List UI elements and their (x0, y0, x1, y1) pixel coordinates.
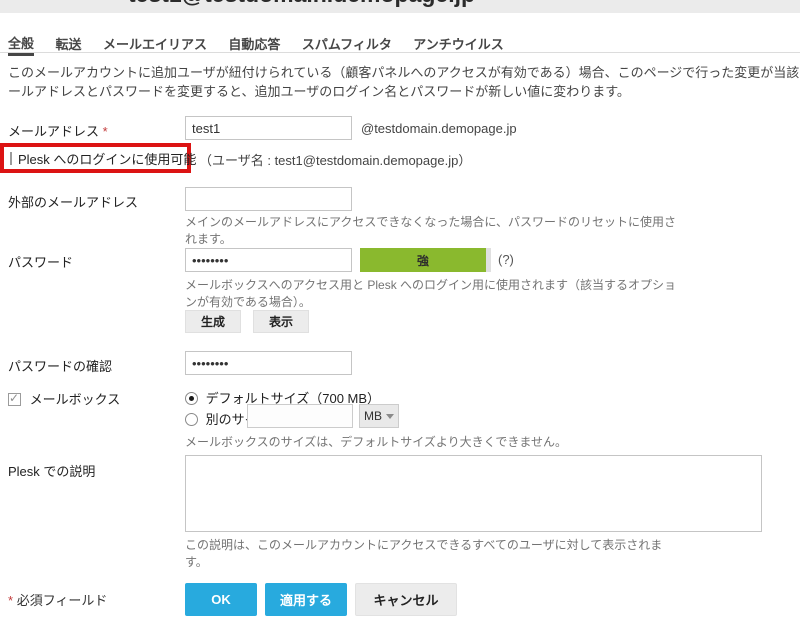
password-strength-meter: 強 (360, 248, 491, 272)
tab-antivirus[interactable]: アンチウイルス (413, 30, 503, 56)
intro-line-1: このメールアカウントに追加ユーザが紐付けられている（顧客パネルへのアクセスが有効… (8, 63, 800, 82)
cancel-button[interactable]: キャンセル (355, 583, 457, 616)
default-size-radio[interactable] (185, 392, 198, 405)
plesk-login-username-note: （ユーザ名 : test1@testdomain.demopage.jp） (199, 150, 471, 169)
password-input[interactable] (185, 248, 352, 272)
password-help: メールボックスへのアクセス用と Plesk へのログイン用に使用されます（該当す… (185, 277, 676, 311)
password-confirm-label: パスワードの確認 (8, 356, 112, 375)
password-strength-label: 強 (417, 252, 429, 269)
tab-auto-reply[interactable]: 自動応答 (228, 30, 280, 56)
required-fields-note: * 必須フィールド (8, 590, 107, 609)
password-help-link[interactable]: (?) (498, 252, 514, 267)
mail-settings-page: test1@testdomain.demopage.jp 全般 転送 メールエイ… (0, 0, 800, 633)
checkmark-icon: ✓ (9, 391, 19, 405)
intro-text: このメールアカウントに追加ユーザが紐付けられている（顧客パネルへのアクセスが有効… (8, 63, 800, 101)
generate-password-button[interactable]: 生成 (185, 310, 241, 333)
required-asterisk: * (103, 124, 108, 139)
ok-button[interactable]: OK (185, 583, 257, 616)
mailbox-help: メールボックスのサイズは、デフォルトサイズより大きくできません。 (185, 434, 567, 451)
apply-button[interactable]: 適用する (265, 583, 347, 616)
size-unit-select[interactable]: MB (359, 404, 399, 428)
required-asterisk: * (8, 593, 13, 608)
description-textarea[interactable] (185, 455, 762, 532)
mailbox-label: メールボックス (30, 392, 121, 407)
intro-line-2: ールアドレスとパスワードを変更すると、追加ユーザのログイン名とパスワードが新しい… (8, 82, 800, 101)
email-domain-suffix: @testdomain.demopage.jp (361, 121, 517, 136)
email-label: メールアドレス * (8, 121, 108, 140)
password-strength-fill: 強 (360, 248, 486, 272)
tab-bar: 全般 転送 メールエイリアス 自動応答 スパムフィルタ アンチウイルス (0, 29, 800, 53)
description-label: Plesk での説明 (8, 461, 95, 480)
mailbox-toggle: ✓ メールボックス (8, 389, 120, 408)
tab-forwarding[interactable]: 転送 (55, 30, 81, 56)
description-help: この説明は、このメールアカウントにアクセスできるすべてのユーザに対して表示されま… (185, 537, 662, 571)
external-email-input[interactable] (185, 187, 352, 211)
plesk-login-checkbox[interactable] (10, 152, 12, 165)
custom-size-radio[interactable] (185, 413, 198, 426)
plesk-login-label: Plesk へのログインに使用可能 (18, 149, 196, 168)
tab-mail-aliases[interactable]: メールエイリアス (103, 30, 207, 56)
page-title: test1@testdomain.demopage.jp (128, 0, 475, 8)
password-confirm-input[interactable] (185, 351, 352, 375)
external-email-label: 外部のメールアドレス (8, 192, 138, 211)
custom-size-input[interactable] (247, 404, 353, 428)
email-input[interactable] (185, 116, 352, 140)
mailbox-checkbox[interactable]: ✓ (8, 393, 21, 406)
password-label: パスワード (8, 252, 73, 271)
size-unit-value: MB (364, 409, 382, 423)
tab-general[interactable]: 全般 (8, 29, 34, 56)
chevron-down-icon (386, 414, 394, 419)
show-password-button[interactable]: 表示 (253, 310, 309, 333)
top-strip: test1@testdomain.demopage.jp (0, 0, 800, 13)
tab-spam-filter[interactable]: スパムフィルタ (302, 30, 392, 56)
plesk-login-highlight-box: Plesk へのログインに使用可能 (0, 143, 191, 173)
external-email-help: メインのメールアドレスにアクセスできなくなった場合に、パスワードのリセットに使用… (185, 214, 676, 248)
